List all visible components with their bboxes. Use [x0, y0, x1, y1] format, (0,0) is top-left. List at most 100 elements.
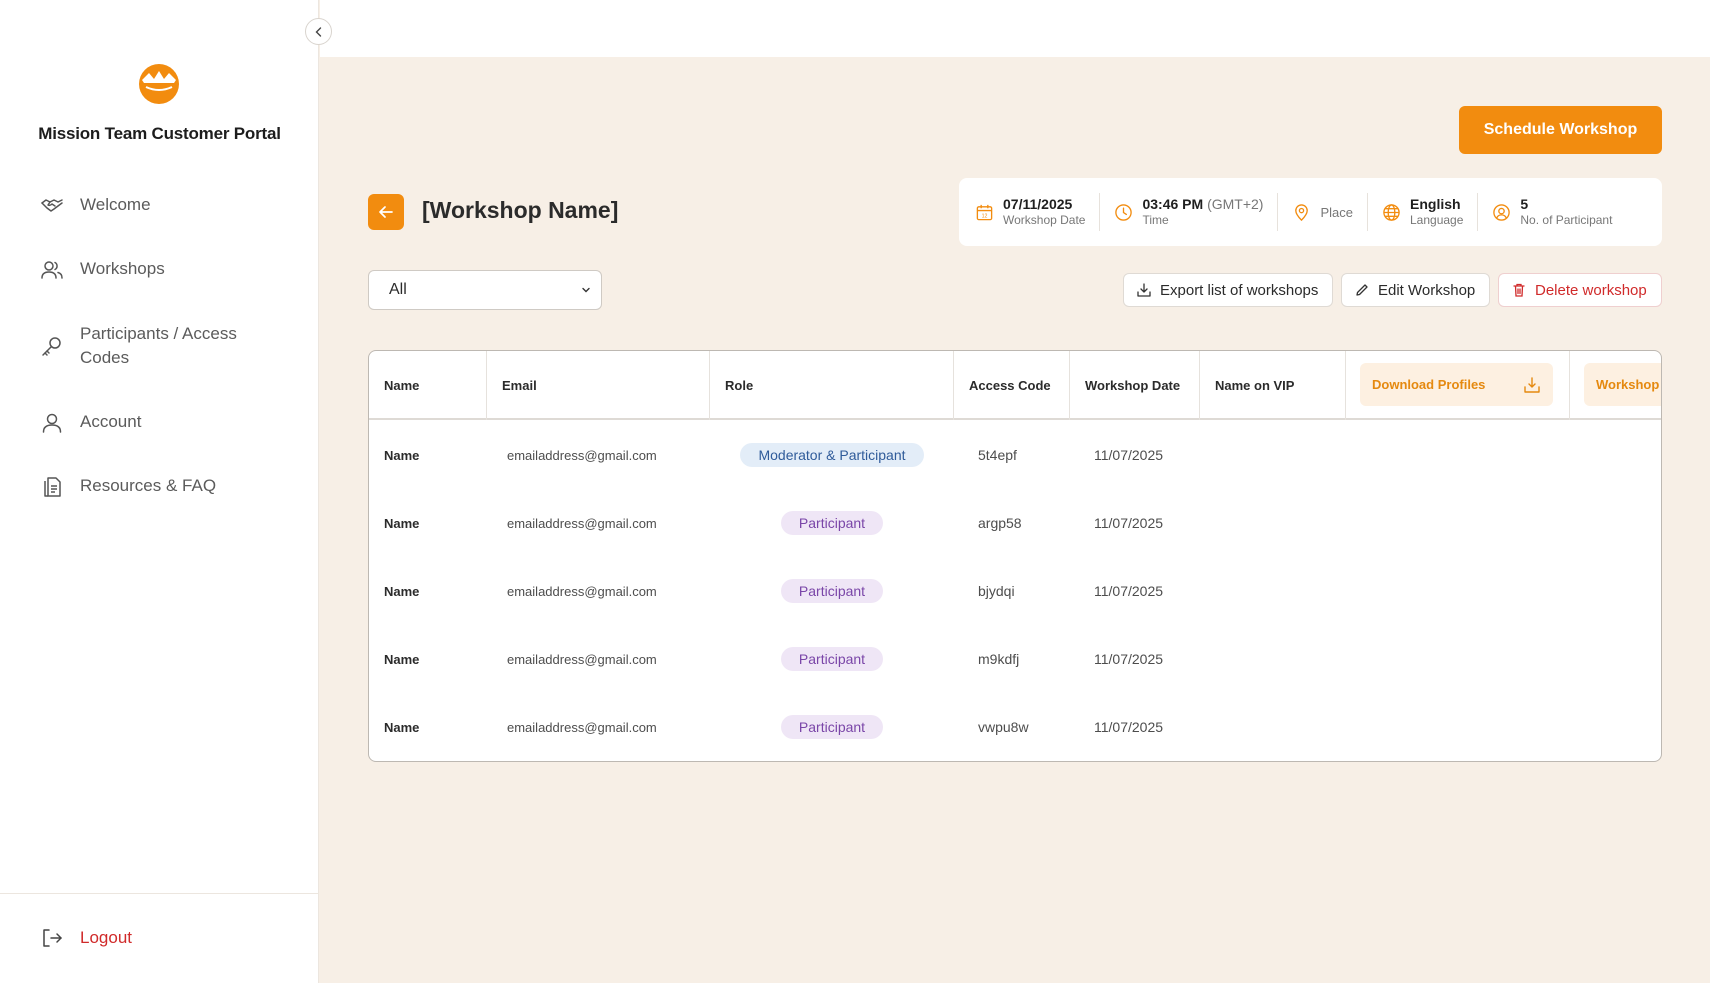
column-header-workshop-date[interactable]: Workshop Date [1070, 351, 1200, 420]
cell-email: emailaddress@gmail.com [507, 448, 657, 463]
cell-workshop-date: 11/07/2025 [1094, 515, 1164, 531]
workshop-column-label: Workshop [1596, 377, 1660, 392]
place-label: Place [1320, 204, 1353, 220]
language-value: English [1410, 196, 1461, 212]
edit-workshop-button[interactable]: Edit Workshop [1341, 273, 1490, 307]
cell-name: Name [384, 516, 420, 531]
logout-label: Logout [80, 928, 132, 947]
logo [139, 64, 179, 104]
sidebar-item-label: Workshops [80, 259, 165, 278]
cell-email: emailaddress@gmail.com [507, 652, 657, 667]
sidebar-item-participants[interactable]: Participants / Access Codes [40, 322, 260, 370]
sidebar-divider [0, 893, 319, 894]
location-pin-icon [1295, 203, 1309, 221]
cell-access-code: bjydqi [978, 583, 1015, 599]
document-icon [44, 477, 61, 497]
table-row[interactable]: Name emailaddress@gmail.com Participant bjy… [369, 557, 1661, 625]
cell-email: emailaddress@gmail.com [507, 584, 657, 599]
column-header-name[interactable]: Name [369, 351, 487, 420]
participants-value: 5 [1520, 196, 1529, 212]
chevron-left-icon [315, 26, 321, 37]
participants-label: No. of Participant [1520, 213, 1613, 227]
top-bar [320, 0, 1710, 57]
delete-workshop-button[interactable]: Delete workshop [1498, 273, 1662, 307]
cell-email: emailaddress@gmail.com [507, 516, 657, 531]
trash-icon [1513, 283, 1525, 297]
info-place: Place [1278, 193, 1368, 231]
sidebar-item-label: Resources & FAQ [80, 476, 217, 495]
sidebar-item-label: Account [80, 412, 142, 431]
column-header-email[interactable]: Email [487, 351, 710, 420]
logout-button[interactable]: Logout [40, 926, 132, 950]
role-badge: Participant [780, 579, 884, 603]
workshop-date-label: Workshop Date [1003, 213, 1086, 227]
table-row[interactable]: Name emailaddress@gmail.com Participant arg… [369, 489, 1661, 557]
column-header-role[interactable]: Role [710, 351, 954, 420]
cell-workshop-date: 11/07/2025 [1094, 447, 1164, 463]
arrow-left-icon [379, 206, 393, 218]
time-value: 03:46 PM (GMT+2) [1142, 196, 1263, 213]
calendar-icon: 12 [976, 204, 993, 220]
export-label: Export list of workshops [1160, 281, 1319, 299]
workshop-info-card: 12 07/11/2025 Workshop Date 03:46 PM (GM… [959, 178, 1662, 246]
page-title: [Workshop Name] [422, 197, 619, 223]
table-row[interactable]: Name emailaddress@gmail.com Moderator & Pa… [369, 421, 1661, 489]
info-participants: 5 No. of Participant [1478, 193, 1626, 231]
user-icon [42, 413, 62, 433]
back-button[interactable] [368, 194, 404, 230]
cell-name: Name [384, 720, 420, 735]
cell-access-code: m9kdfj [978, 651, 1020, 667]
sidebar-item-workshops[interactable]: Workshops [40, 257, 165, 282]
download-profiles-label: Download Profiles [1372, 377, 1486, 392]
role-badge: Participant [780, 511, 884, 535]
delete-label: Delete workshop [1535, 281, 1647, 299]
sidebar-item-welcome[interactable]: Welcome [40, 193, 151, 218]
clock-icon [1115, 203, 1133, 221]
cell-name: Name [384, 584, 420, 599]
sidebar-item-resources[interactable]: Resources & FAQ [40, 474, 216, 499]
column-header-access-code[interactable]: Access Code [954, 351, 1070, 420]
svg-text:12: 12 [982, 213, 988, 219]
table-row[interactable]: Name emailaddress@gmail.com Participant vwp… [369, 693, 1661, 761]
cell-workshop-date: 11/07/2025 [1094, 583, 1164, 599]
role-filter-select[interactable]: All [368, 270, 602, 310]
logout-icon [43, 929, 62, 947]
cell-access-code: argp58 [978, 515, 1022, 531]
export-list-button[interactable]: Export list of workshops [1123, 273, 1333, 307]
time-label: Time [1142, 213, 1169, 227]
cell-role: Moderator & Participant [710, 421, 954, 489]
portal-title: Mission Team Customer Portal [38, 124, 281, 143]
workshop-column-button[interactable]: Workshop [1584, 363, 1661, 406]
language-label: Language [1410, 213, 1464, 227]
info-language: English Language [1368, 193, 1479, 231]
role-badge: Moderator & Participant [740, 443, 924, 467]
time-zone: (GMT+2) [1207, 196, 1264, 212]
cell-access-code: vwpu8w [978, 719, 1029, 735]
chevron-down-icon [582, 287, 590, 293]
table-row[interactable]: Name emailaddress@gmail.com Participant m9k… [369, 625, 1661, 693]
users-icon [41, 261, 63, 279]
key-icon [42, 337, 61, 356]
globe-icon [1383, 203, 1400, 221]
cell-access-code: 5t4epf [978, 447, 1017, 463]
sidebar-item-label: Welcome [80, 195, 151, 214]
edit-label: Edit Workshop [1378, 281, 1476, 299]
cell-workshop-date: 11/07/2025 [1094, 719, 1164, 735]
sidebar-item-account[interactable]: Account [40, 410, 141, 435]
role-badge: Participant [780, 647, 884, 671]
role-badge: Participant [780, 715, 884, 739]
info-time: 03:46 PM (GMT+2) Time [1100, 193, 1279, 231]
filter-selected-value: All [389, 281, 407, 298]
handshake-icon [41, 199, 63, 212]
sidebar-collapse-button[interactable] [305, 18, 332, 45]
download-profiles-button[interactable]: Download Profiles [1360, 363, 1553, 406]
time-text: 03:46 PM [1142, 196, 1204, 212]
sidebar-item-label: Participants / Access Codes [80, 324, 237, 367]
participants-table: Name Email Role Access Code Workshop Dat… [368, 350, 1662, 762]
column-header-name-on-vip[interactable]: Name on VIP [1200, 351, 1346, 420]
cell-name: Name [384, 652, 420, 667]
info-date: 12 07/11/2025 Workshop Date [973, 193, 1101, 231]
schedule-workshop-button[interactable]: Schedule Workshop [1459, 106, 1662, 154]
table-header: Name Email Role Access Code Workshop Dat… [369, 351, 1661, 420]
cell-email: emailaddress@gmail.com [507, 720, 657, 735]
